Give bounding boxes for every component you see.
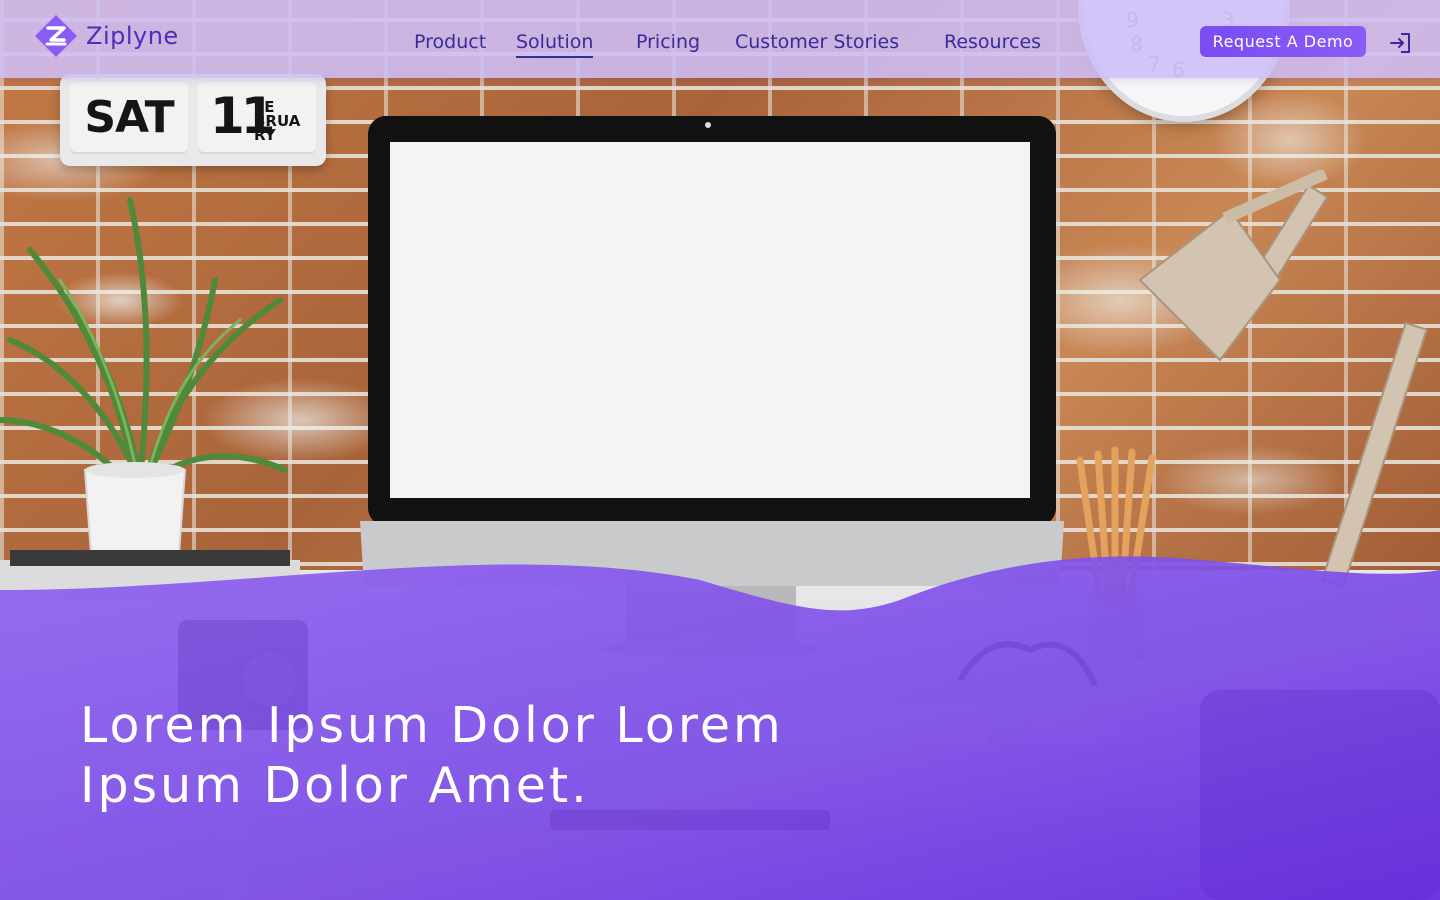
flip-calendar: SAT 11 FE BRUA RY bbox=[60, 74, 326, 166]
calendar-month: FE BRUA RY bbox=[254, 100, 300, 144]
nav-resources[interactable]: Resources bbox=[944, 29, 1041, 55]
potted-plant bbox=[0, 197, 288, 576]
brand-name: Ziplyne bbox=[86, 22, 179, 50]
calendar-day: SAT bbox=[70, 82, 188, 154]
sign-in-icon[interactable] bbox=[1388, 31, 1412, 55]
top-navbar: Ziplyne Product Solution Pricing Custome… bbox=[0, 0, 1440, 78]
nav-pricing[interactable]: Pricing bbox=[636, 29, 700, 55]
hero-heading: Lorem Ipsum Dolor Lorem Ipsum Dolor Amet… bbox=[80, 697, 784, 814]
nav-solution[interactable]: Solution bbox=[516, 29, 594, 58]
landing-page: SAT 11 FE BRUA RY 9 8 7 6 3 bbox=[0, 0, 1440, 900]
calendar-month-line: RY bbox=[254, 126, 276, 144]
nav-product[interactable]: Product bbox=[414, 29, 486, 55]
brand-logo[interactable]: Ziplyne bbox=[34, 14, 179, 58]
calendar-date-card: 11 FE BRUA RY bbox=[198, 82, 316, 154]
nav-customer-stories[interactable]: Customer Stories bbox=[735, 29, 899, 55]
ziplyne-logo-icon bbox=[35, 15, 77, 57]
request-demo-button[interactable]: Request A Demo bbox=[1200, 26, 1366, 57]
